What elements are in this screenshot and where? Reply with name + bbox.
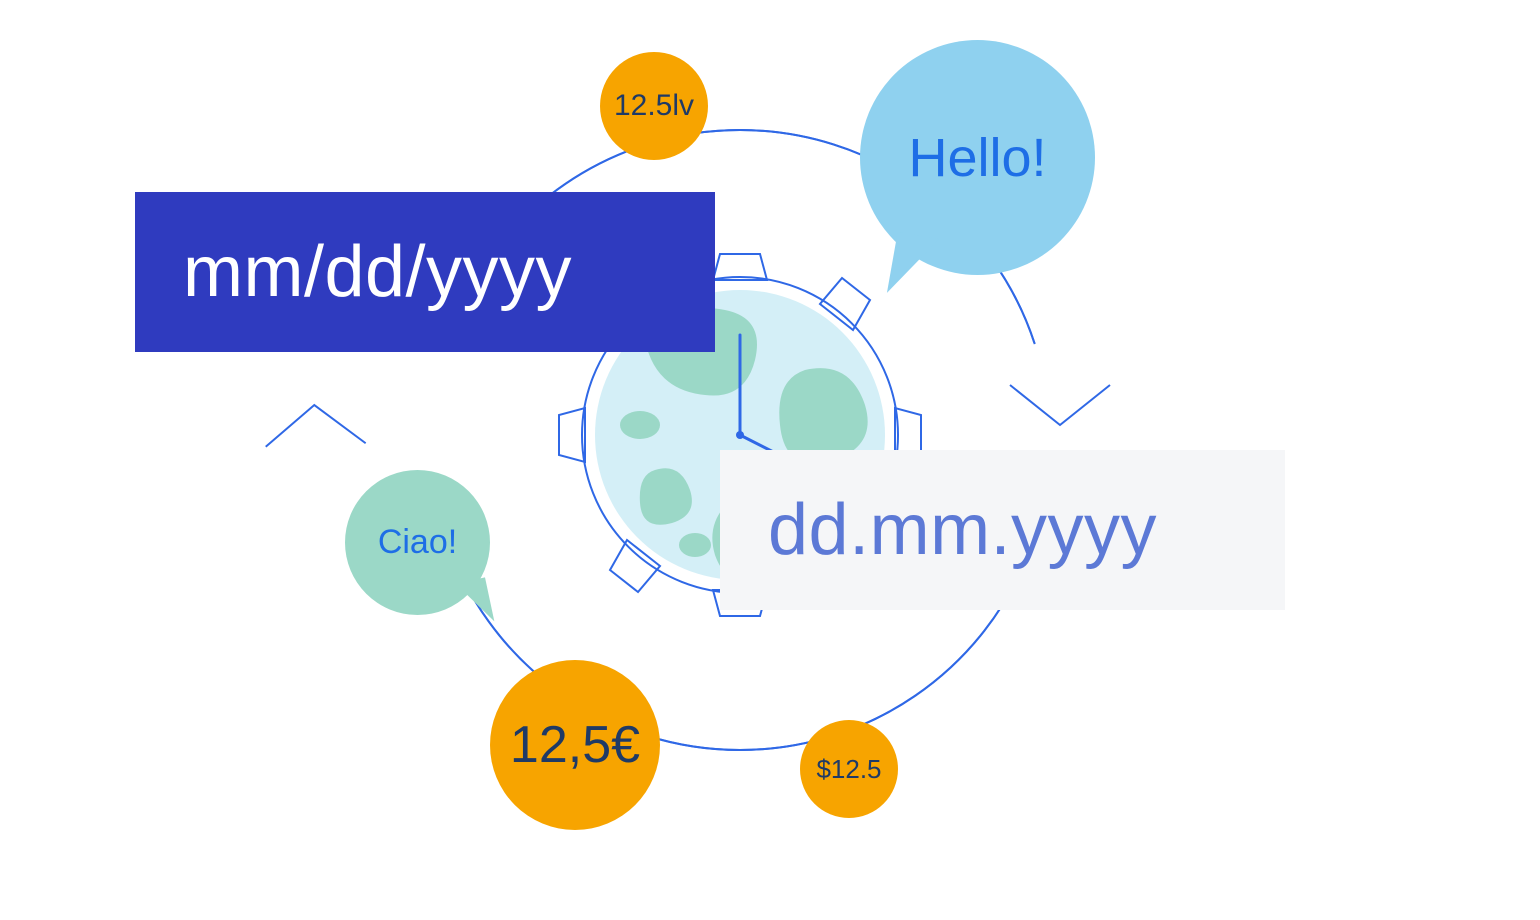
date-format-us-text: mm/dd/yyyy (183, 231, 572, 313)
speech-bubble-ciao-tail (456, 577, 495, 627)
localization-diagram: mm/dd/yyyy dd.mm.yyyy 12.5lv 12,5€ $12.5… (0, 0, 1540, 920)
date-format-eu-text: dd.mm.yyyy (768, 489, 1157, 571)
date-format-eu-box: dd.mm.yyyy (720, 450, 1285, 610)
arrowhead-up-icon (254, 393, 376, 457)
currency-eur-text: 12,5€ (510, 715, 640, 775)
greeting-it-text: Ciao! (378, 523, 457, 562)
currency-usd-text: $12.5 (816, 754, 881, 785)
greeting-en-text: Hello! (908, 127, 1046, 189)
currency-eur-coin: 12,5€ (490, 660, 660, 830)
currency-usd-coin: $12.5 (800, 720, 898, 818)
date-format-us-box: mm/dd/yyyy (135, 192, 715, 352)
currency-lv-coin: 12.5lv (600, 52, 708, 160)
arrowhead-down-icon (1000, 375, 1120, 435)
currency-lv-text: 12.5lv (614, 89, 694, 123)
